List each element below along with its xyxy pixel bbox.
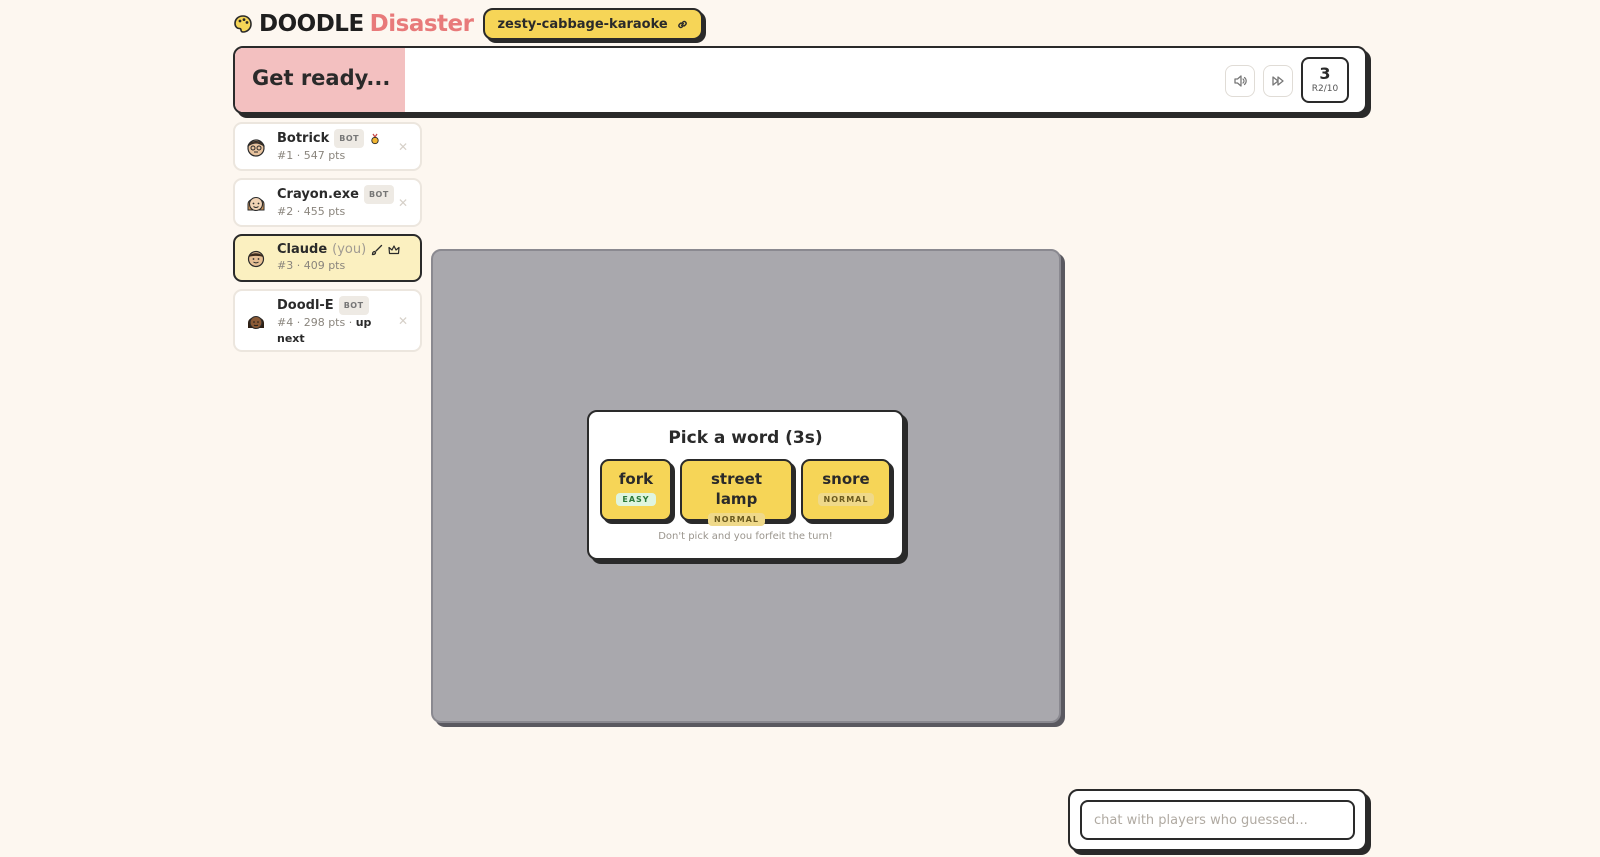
brush-icon (372, 244, 383, 255)
status-text: Get ready... (252, 66, 391, 90)
player-name: Botrick (277, 131, 330, 146)
palette-icon (234, 15, 252, 33)
player-meta: #3 · 409 pts (277, 259, 346, 272)
chat-panel (1068, 789, 1367, 851)
kick-icon[interactable]: ✕ (398, 314, 408, 328)
you-label: (you) (332, 242, 367, 257)
header: DOODLE Disaster zesty-cabbage-karaoke (233, 8, 703, 40)
round-number: 3 (1319, 64, 1331, 83)
round-label: R2/10 (1311, 84, 1339, 94)
picker-title: Pick a word (3s) (668, 428, 823, 448)
fast-forward-icon (1272, 76, 1284, 86)
player-meta: #4 · 298 pts · (277, 316, 356, 329)
player-list: Botrick BOT #1 · 547 pts ✕ Crayon.exe BO… (233, 122, 422, 359)
choice-word: snore (822, 470, 870, 488)
avatar (247, 138, 265, 157)
logo-doodle: DOODLE (259, 11, 364, 37)
player-name: Claude (277, 242, 328, 257)
word-picker-dialog: Pick a word (3s) fork EASY street lamp N… (587, 410, 904, 560)
bot-badge: BOT (363, 185, 394, 204)
choice-word: street lamp (710, 470, 762, 508)
sound-button[interactable] (1225, 65, 1255, 97)
player-name: Crayon.exe (277, 187, 359, 202)
skip-button[interactable] (1263, 65, 1293, 97)
word-choice-fork[interactable]: fork EASY (600, 459, 672, 521)
player-name: Doodl-E (277, 298, 334, 313)
difficulty-badge: EASY (616, 493, 656, 506)
status-bar: Get ready... 3 R2/10 (233, 46, 1367, 114)
chat-input[interactable] (1080, 800, 1355, 840)
avatar (248, 315, 264, 329)
picker-note: Don't pick and you forfeit the turn! (658, 531, 833, 542)
choice-word: fork (618, 470, 654, 488)
logo-disaster: Disaster (369, 11, 474, 37)
room-code-button[interactable]: zesty-cabbage-karaoke (483, 8, 703, 40)
medal-icon (371, 133, 379, 144)
room-code-label: zesty-cabbage-karaoke (497, 16, 668, 32)
player-card-doodl-e: Doodl-E BOT #4 · 298 pts · up next ✕ (233, 289, 422, 352)
round-indicator: 3 R2/10 (1301, 57, 1349, 103)
word-choice-snore[interactable]: snore NORMAL (801, 459, 891, 521)
speaker-icon (1234, 75, 1247, 87)
avatar (247, 196, 265, 211)
player-card-crayon-exe: Crayon.exe BOT #2 · 455 pts ✕ (233, 178, 422, 227)
crown-icon (388, 244, 400, 254)
word-choices: fork EASY street lamp NORMAL snore NORMA… (589, 459, 902, 526)
difficulty-badge: NORMAL (817, 493, 875, 506)
kick-icon[interactable]: ✕ (398, 196, 408, 210)
difficulty-badge: NORMAL (708, 513, 765, 526)
kick-icon[interactable]: ✕ (398, 140, 408, 154)
bot-badge: BOT (338, 296, 369, 315)
player-card-claude: Claude (you) #3 · 409 pts (233, 234, 422, 282)
word-choice-street-lamp[interactable]: street lamp NORMAL (680, 459, 793, 526)
player-meta: #1 · 547 pts (277, 149, 346, 162)
player-meta-line: #4 · 298 pts · up next (277, 315, 377, 347)
avatar (247, 250, 265, 268)
player-card-botrick: Botrick BOT #1 · 547 pts ✕ (233, 122, 422, 171)
bot-badge: BOT (334, 129, 365, 148)
link-icon (677, 20, 687, 28)
player-meta: #2 · 455 pts (277, 205, 346, 218)
